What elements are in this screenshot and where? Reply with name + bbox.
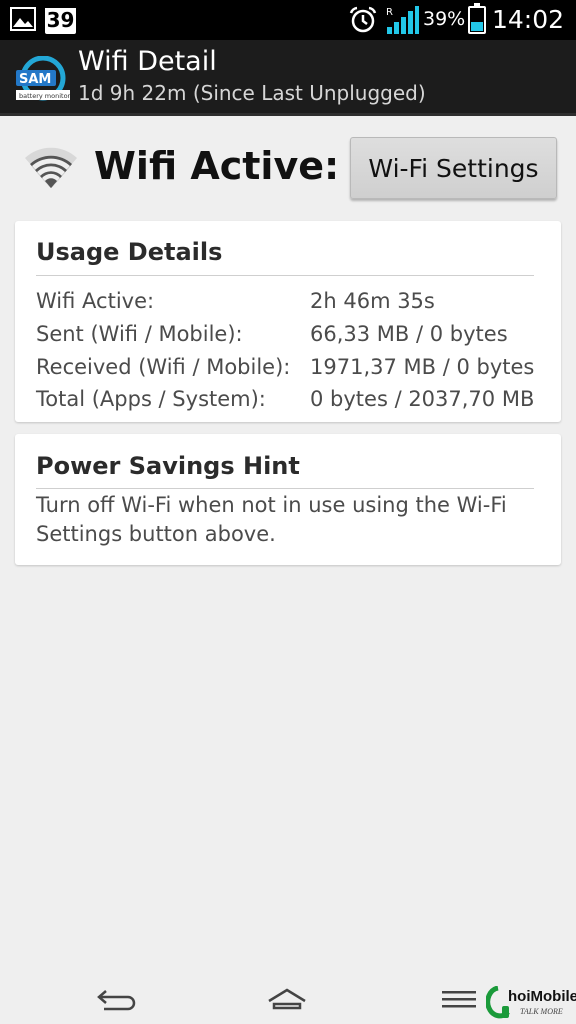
logo-text: SAM: [19, 72, 51, 87]
usage-value-sent: 66,33 MB / 0 bytes: [310, 322, 508, 346]
hint-title: Power Savings Hint: [36, 452, 300, 480]
wifi-status-title: Wifi Active:: [94, 144, 340, 188]
logo-subtext: battery monitor: [19, 92, 70, 100]
watermark-text: hoiMobile: [508, 988, 576, 1005]
phone-icon: [486, 986, 510, 1019]
image-icon: [10, 7, 36, 31]
usage-details-card: Usage Details Wifi Active: 2h 46m 35s Se…: [15, 221, 561, 422]
page-subtitle: 1d 9h 22m (Since Last Unplugged): [78, 81, 426, 105]
status-bar: 39 R 39% 14:02: [0, 0, 576, 40]
page-title: Wifi Detail: [78, 46, 217, 77]
usage-details-title: Usage Details: [36, 238, 223, 266]
alarm-icon: [349, 6, 377, 33]
app-logo[interactable]: SAM battery monitor: [16, 56, 70, 102]
battery-level: [471, 21, 483, 31]
menu-icon[interactable]: [442, 990, 476, 1008]
usage-value-total: 0 bytes / 2037,70 MB: [310, 387, 535, 411]
power-savings-hint-card: Power Savings Hint Turn off Wi-Fi when n…: [15, 434, 561, 565]
battery-percent: 39%: [423, 8, 466, 30]
wifi-settings-button[interactable]: Wi-Fi Settings: [350, 137, 557, 199]
watermark-logo: hoiMobile TALK MORE: [486, 984, 576, 1022]
usage-label-wifi-active: Wifi Active:: [36, 289, 155, 313]
usage-label-received: Received (Wifi / Mobile):: [36, 355, 291, 379]
battery-icon: [468, 3, 486, 34]
action-bar: SAM battery monitor Wifi Detail 1d 9h 22…: [0, 40, 576, 116]
watermark-slogan: TALK MORE: [520, 1007, 563, 1016]
wifi-icon: [25, 147, 77, 188]
divider: [36, 488, 534, 489]
hint-text: Turn off Wi-Fi when not in use using the…: [36, 493, 507, 546]
divider: [36, 275, 534, 276]
back-icon[interactable]: [96, 987, 138, 1011]
usage-label-total: Total (Apps / System):: [36, 387, 266, 411]
home-icon[interactable]: [266, 987, 308, 1011]
roaming-indicator: R: [386, 7, 393, 18]
signal-icon: R: [386, 6, 419, 34]
calendar-icon: 39: [45, 5, 76, 34]
clock: 14:02: [491, 5, 564, 34]
usage-label-sent: Sent (Wifi / Mobile):: [36, 322, 243, 346]
usage-value-wifi-active: 2h 46m 35s: [310, 289, 435, 313]
usage-value-received: 1971,37 MB / 0 bytes: [310, 355, 535, 379]
